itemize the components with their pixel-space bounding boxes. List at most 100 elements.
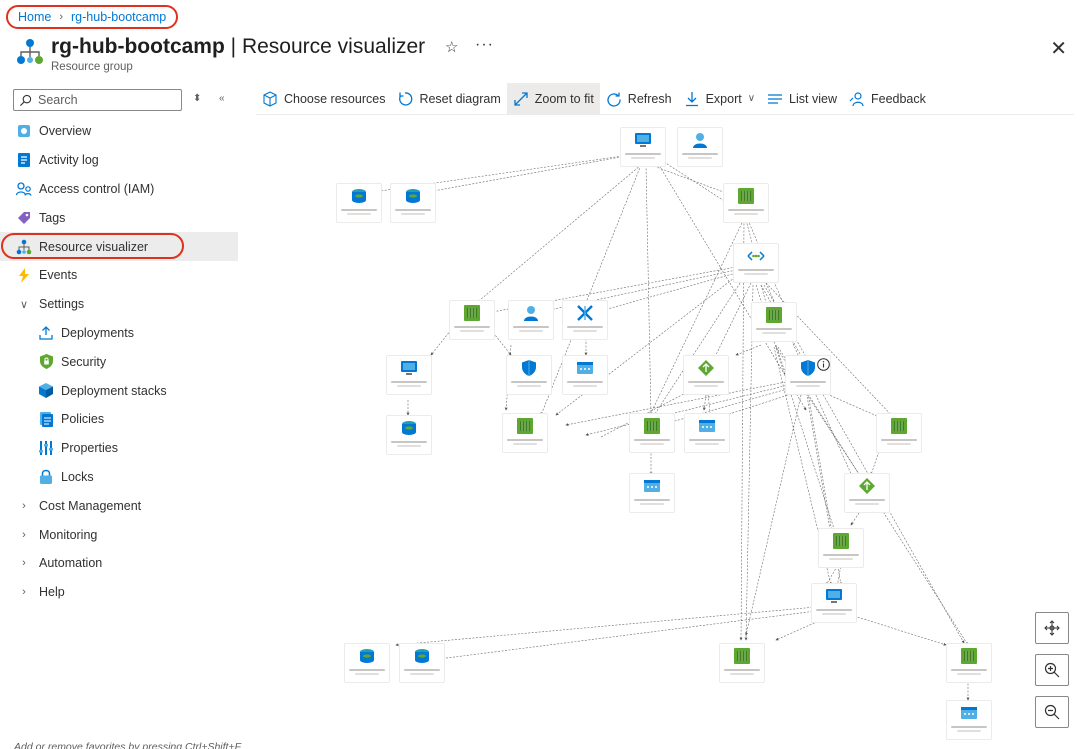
collapse-menu-icon[interactable]: « — [219, 93, 225, 104]
nav-item-policies[interactable]: Policies — [0, 405, 238, 434]
feedback-button[interactable]: Feedback — [843, 83, 932, 114]
load-balancer-icon — [698, 360, 714, 376]
tag-icon — [16, 210, 32, 226]
diagram-node-nic[interactable] — [946, 643, 992, 683]
nav-item-security[interactable]: Security — [0, 347, 238, 376]
diagram-node-nic[interactable] — [723, 183, 769, 223]
chevron-right-icon: › — [22, 586, 26, 599]
policies-icon — [38, 411, 54, 427]
disk-icon — [352, 189, 366, 203]
diagram-node-nic[interactable] — [629, 413, 675, 453]
chevron-right-icon: › — [22, 557, 26, 570]
network-interface-icon — [738, 188, 754, 204]
more-options-button[interactable]: ··· — [475, 36, 494, 54]
diagram-node-vm[interactable] — [811, 583, 857, 623]
nav-item-resource-visualizer[interactable]: Resource visualizer — [0, 232, 238, 261]
choose-resources-button[interactable]: Choose resources — [256, 83, 391, 114]
nav-group-cost-management[interactable]: › Cost Management — [0, 491, 238, 520]
sort-icon[interactable]: ⬍ — [193, 93, 201, 104]
diagram-node-nic[interactable] — [818, 528, 864, 568]
nav-group-automation[interactable]: › Automation — [0, 549, 238, 578]
load-balancer-icon — [859, 478, 875, 494]
shield-icon — [38, 354, 54, 370]
breadcrumb-home-link[interactable]: Home — [18, 10, 51, 24]
network-interface-icon — [961, 648, 977, 664]
download-icon — [685, 91, 698, 106]
move-icon — [1044, 620, 1060, 636]
favorites-hint: Add or remove favorites by pressing Ctrl… — [14, 741, 242, 749]
nav-item-deployment-stacks[interactable]: Deployment stacks — [0, 376, 238, 405]
nav-item-events[interactable]: Events — [0, 261, 238, 290]
list-view-button[interactable]: List view — [761, 83, 843, 114]
chevron-down-icon: ∨ — [19, 298, 29, 311]
diagram-node-identity[interactable] — [508, 300, 554, 340]
diagram-node-identity[interactable] — [677, 127, 723, 167]
page-title: rg-hub-bootcamp | Resource visualizer — [51, 35, 426, 58]
diagram-node-vm[interactable] — [620, 127, 666, 167]
refresh-button[interactable]: Refresh — [600, 83, 678, 114]
diagram-node-nic[interactable] — [502, 413, 548, 453]
network-interface-icon — [766, 307, 782, 323]
zoom-out-button[interactable] — [1035, 696, 1069, 728]
public-ip-icon — [577, 362, 593, 374]
command-bar: Choose resources Reset diagram Zoom to f… — [256, 83, 932, 114]
diagram-node-nic[interactable] — [751, 302, 797, 342]
diagram-node-disk[interactable] — [336, 183, 382, 223]
diagram-node-public-ip[interactable] — [684, 413, 730, 453]
diagram-node-vnet[interactable] — [733, 243, 779, 283]
zoom-in-button[interactable] — [1035, 654, 1069, 686]
zoom-to-fit-button[interactable]: Zoom to fit — [506, 83, 600, 114]
search-input[interactable]: Search — [13, 89, 182, 111]
diagram-node-public-ip[interactable] — [562, 355, 608, 395]
diagram-node-disk[interactable] — [386, 415, 432, 455]
activity-log-icon — [16, 152, 32, 168]
diagram-node-public-ip[interactable] — [629, 473, 675, 513]
list-icon — [768, 93, 783, 104]
nav-item-activity-log[interactable]: Activity log — [0, 146, 238, 175]
stacks-icon — [38, 383, 54, 399]
nav-group-settings[interactable]: ∨ Settings — [0, 290, 238, 319]
diagram-node-vm[interactable] — [386, 355, 432, 395]
lock-icon — [38, 469, 54, 485]
breadcrumb-current-link[interactable]: rg-hub-bootcamp — [71, 10, 166, 24]
network-interface-icon — [734, 648, 750, 664]
overview-icon — [16, 123, 32, 139]
diagram-node-bastion[interactable] — [562, 300, 608, 340]
diagram-node-disk[interactable] — [399, 643, 445, 683]
resource-visualizer-icon — [16, 239, 32, 255]
nav-item-deployments[interactable]: Deployments — [0, 319, 238, 348]
diagram-node-load-balancer[interactable] — [683, 355, 729, 395]
nav-item-tags[interactable]: Tags — [0, 203, 238, 232]
diagram-node-nic[interactable] — [876, 413, 922, 453]
network-interface-icon — [833, 533, 849, 549]
nav-item-properties[interactable]: Properties — [0, 434, 238, 463]
chevron-right-icon: › — [22, 528, 26, 541]
nav-item-access-control[interactable]: Access control (IAM) — [0, 175, 238, 204]
diagram-node-load-balancer[interactable] — [844, 473, 890, 513]
nav-item-overview[interactable]: Overview — [0, 117, 238, 146]
close-icon[interactable]: ✕ — [1050, 36, 1067, 61]
diagram-node-disk[interactable] — [390, 183, 436, 223]
page-subtitle: Resource group — [51, 61, 133, 73]
network-interface-icon — [464, 305, 480, 321]
search-icon — [19, 94, 32, 106]
nav-group-monitoring[interactable]: › Monitoring — [0, 520, 238, 549]
nav-group-help[interactable]: › Help — [0, 578, 238, 607]
diagram-node-nic[interactable] — [719, 643, 765, 683]
chevron-down-icon: ∨ — [747, 93, 756, 104]
nav-item-locks[interactable]: Locks — [0, 463, 238, 492]
zoom-in-icon — [1044, 662, 1060, 678]
network-interface-icon — [891, 418, 907, 434]
resource-diagram-canvas[interactable] — [256, 114, 1074, 749]
export-button[interactable]: Export ∨ — [678, 83, 761, 114]
disk-icon — [360, 649, 374, 663]
info-icon[interactable] — [817, 358, 830, 371]
reset-diagram-button[interactable]: Reset diagram — [391, 83, 506, 114]
diagram-node-public-ip[interactable] — [946, 700, 992, 740]
refresh-icon — [607, 92, 621, 107]
favorite-star-icon[interactable]: ☆ — [445, 38, 458, 56]
pan-button[interactable] — [1035, 612, 1069, 644]
diagram-node-nsg[interactable] — [506, 355, 552, 395]
diagram-node-nic[interactable] — [449, 300, 495, 340]
diagram-node-disk[interactable] — [344, 643, 390, 683]
